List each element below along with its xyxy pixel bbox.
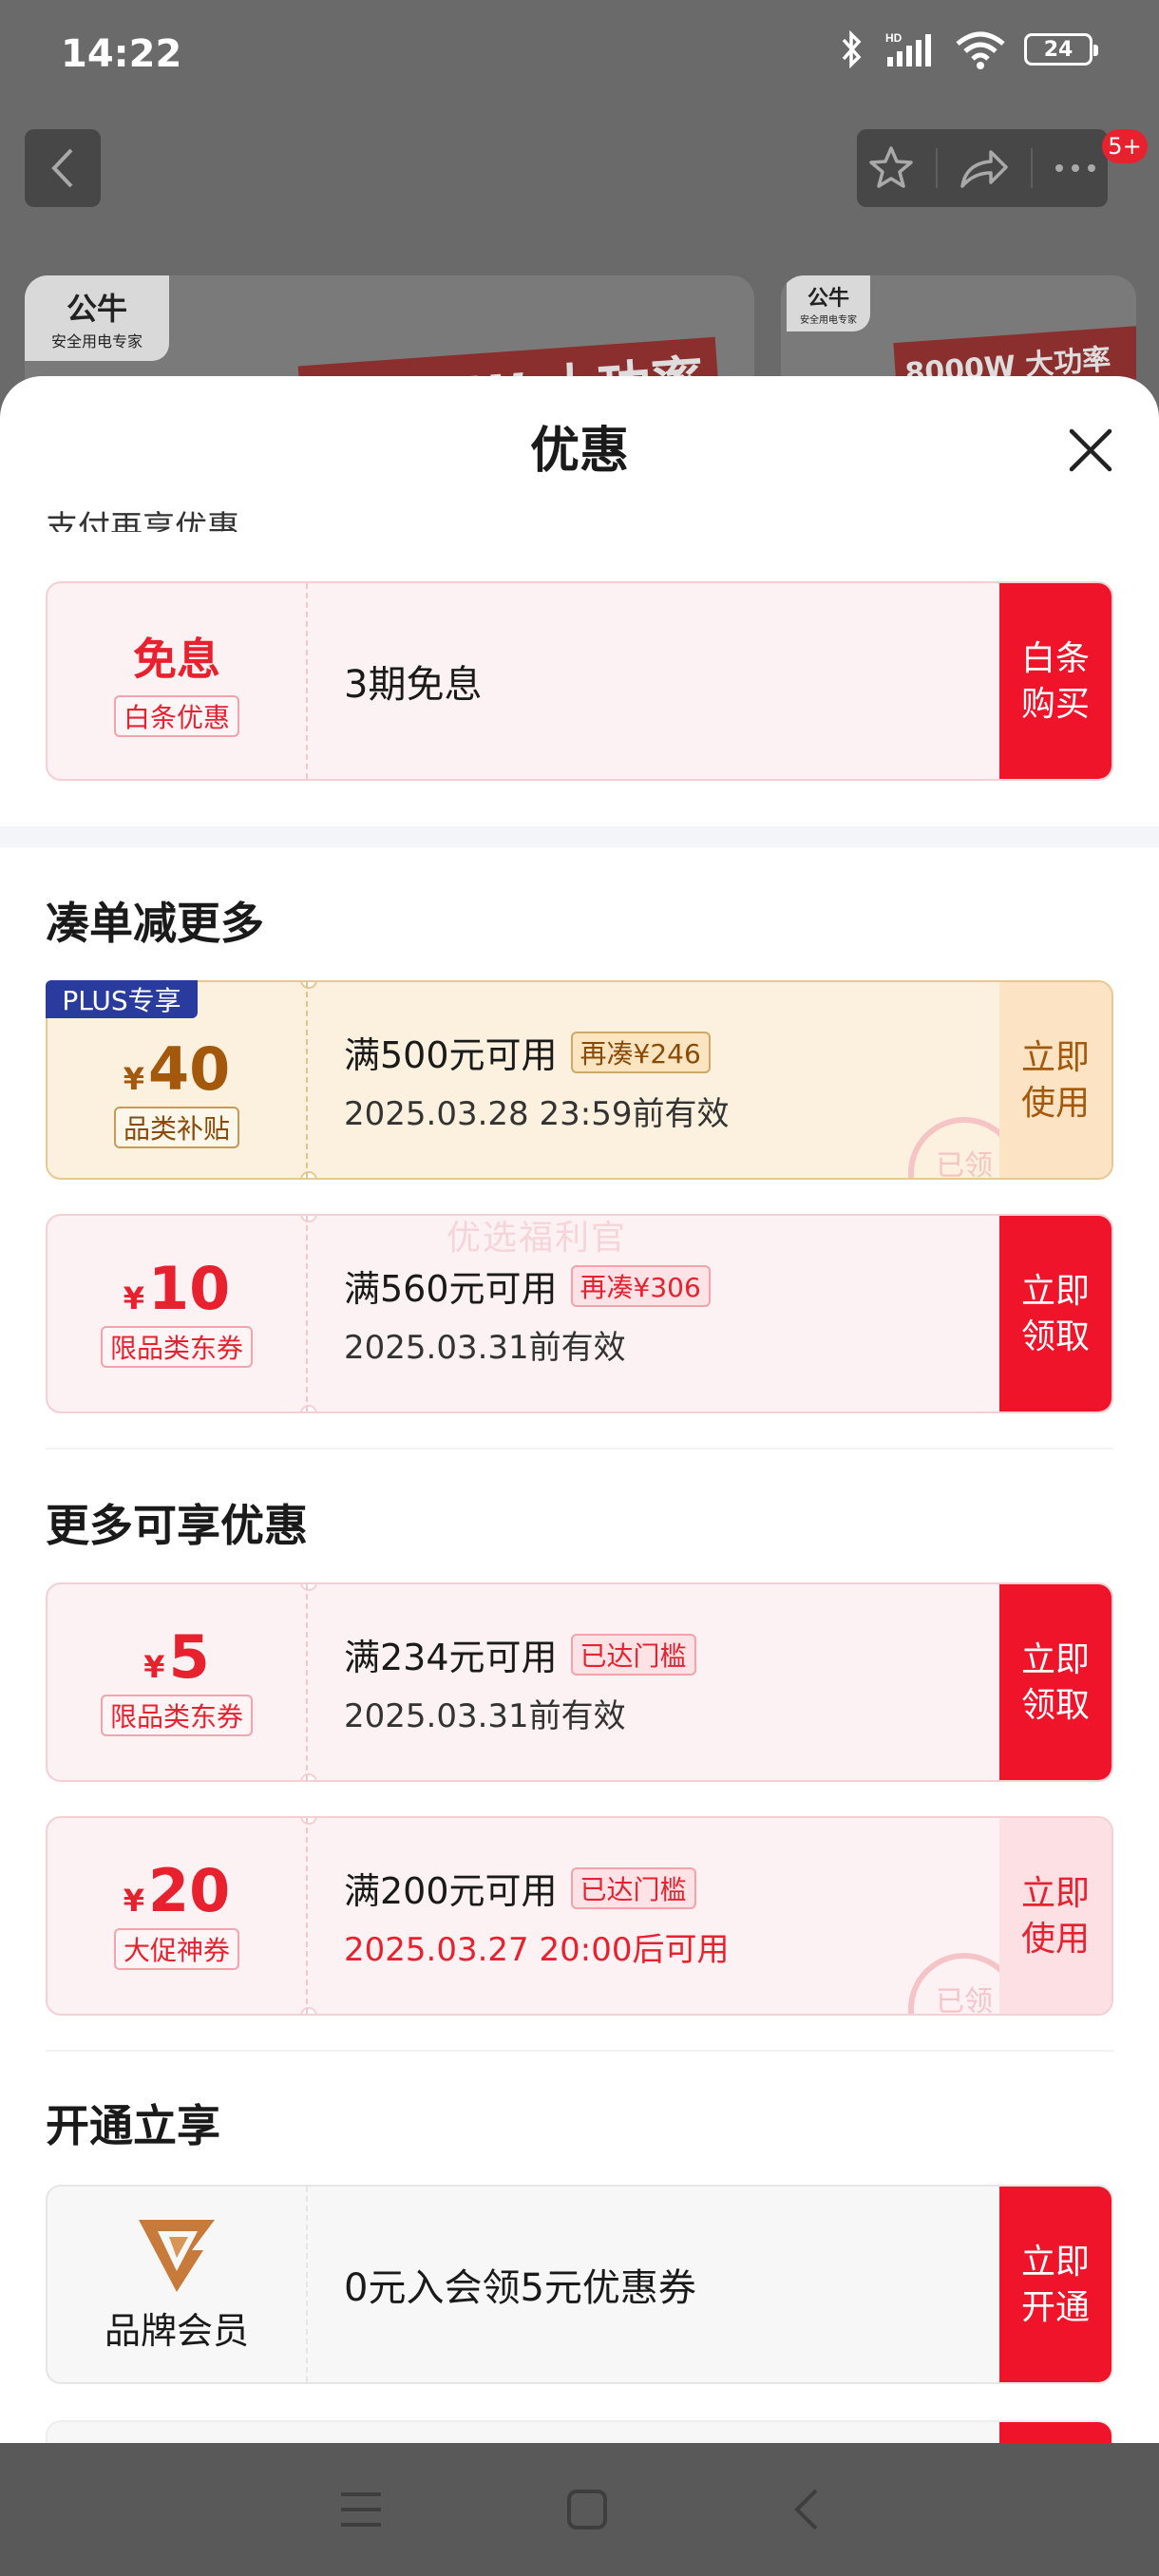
card-left: ¥20 大促神券 <box>48 1818 308 2014</box>
section-title: 凑单减更多 <box>46 898 264 949</box>
threshold-chip: 已达门槛 <box>570 1866 696 1909</box>
activate-now-button[interactable]: 立即 开通 <box>999 2187 1112 2382</box>
brand-slogan: 安全用电专家 <box>800 315 857 326</box>
button-label: 立即 领取 <box>1020 1272 1090 1356</box>
button-label: 立即 开通 <box>1020 2243 1090 2327</box>
section-title: 开通立享 <box>46 2100 220 2151</box>
coupon-tag: 大促神券 <box>113 1928 239 1970</box>
member-label: 品牌会员 <box>104 2309 249 2352</box>
section-divider <box>0 826 1159 847</box>
notification-badge: 5+ <box>1102 129 1148 163</box>
use-now-button[interactable]: 立即 使用 <box>999 1818 1112 2014</box>
discount-sheet: 优惠 支付再享优惠 免息 白条优惠 3期免息 白条 购买 凑单减更多 PLUS专… <box>0 376 1159 2443</box>
claim-now-button[interactable]: 立即 领取 <box>999 1584 1112 1780</box>
brand-logo: 公牛 安全用电专家 <box>25 275 170 361</box>
signal-icon: HD <box>885 31 931 66</box>
button-label: 立即 使用 <box>1020 1038 1090 1123</box>
threshold-chip: 已达门槛 <box>570 1633 696 1676</box>
menu-icon[interactable] <box>339 2491 383 2529</box>
brand-name: 公牛 <box>807 287 849 311</box>
card-left: ¥5 限品类东券 <box>48 1584 308 1780</box>
claim-now-button[interactable]: 立即 领取 <box>999 1216 1112 1411</box>
brand-logo: 公牛 安全用电专家 <box>787 275 870 331</box>
top-up-chip: 再凑¥306 <box>570 1264 711 1307</box>
coupon-validity: 2025.03.28 23:59前有效 <box>344 1095 730 1133</box>
card-info: 满234元可用 已达门槛 2025.03.31前有效 <box>344 1584 696 1780</box>
watermark: 优选福利官 <box>446 1219 628 1258</box>
plus-badge: PLUS专享 <box>46 980 198 1018</box>
baitiao-card: 免息 白条优惠 3期免息 白条 购买 <box>46 581 1113 781</box>
card-left: ¥10 限品类东券 <box>48 1216 308 1411</box>
next-card-peek <box>46 2420 1113 2443</box>
sheet-title: 优惠 <box>529 423 629 480</box>
brand-name: 公牛 <box>66 291 128 327</box>
coupon-condition: 满500元可用 再凑¥246 <box>344 1026 729 1078</box>
section-divider <box>46 1448 1113 1449</box>
coupon-amount: ¥10 <box>123 1254 231 1323</box>
coupon-card: ¥20 大促神券 满200元可用 已达门槛 2025.03.27 20:00后可用… <box>46 1816 1113 2016</box>
more-icon[interactable] <box>1054 162 1097 174</box>
status-icons: HD 24 <box>838 28 1098 70</box>
svg-text:HD: HD <box>885 31 902 45</box>
coupon-card: ¥5 限品类东券 满234元可用 已达门槛 2025.03.31前有效 立即 领取 <box>46 1582 1113 1782</box>
button-label: 白条 购买 <box>1020 639 1090 724</box>
card-info: 3期免息 <box>344 583 482 779</box>
use-now-button[interactable]: 立即 使用 <box>999 982 1112 1178</box>
button-label: 立即 使用 <box>1020 1874 1090 1959</box>
card-info: 0元入会领5元优惠券 <box>344 2187 696 2382</box>
coupon-tag: 限品类东券 <box>100 1695 253 1736</box>
section-title: 更多可享优惠 <box>46 1500 308 1551</box>
top-up-chip: 再凑¥246 <box>570 1031 711 1073</box>
coupon-condition: 满560元可用 再凑¥306 <box>344 1260 711 1312</box>
coupon-validity: 2025.03.31前有效 <box>344 1697 626 1735</box>
header-actions <box>857 129 1108 207</box>
coupon-amount: ¥5 <box>143 1622 210 1692</box>
separator <box>936 148 938 188</box>
member-desc: 0元入会领5元优惠券 <box>344 2266 696 2310</box>
star-icon[interactable] <box>867 144 915 192</box>
coupon-validity: 2025.03.31前有效 <box>344 1329 626 1367</box>
system-nav-bar <box>0 2443 1159 2576</box>
back-nav-icon[interactable] <box>791 2487 820 2532</box>
coupon-validity: 2025.03.27 20:00后可用 <box>344 1931 730 1969</box>
membership-card: 品牌会员 0元入会领5元优惠券 立即 开通 <box>46 2185 1113 2384</box>
coupon-card: ¥40 品类补贴 满500元可用 再凑¥246 2025.03.28 23:59前… <box>46 980 1113 1180</box>
coupon-amount: ¥20 <box>123 1856 231 1925</box>
coupon-tag: 限品类东券 <box>100 1326 253 1368</box>
coupon-tag: 白条优惠 <box>113 695 239 737</box>
battery-indicator: 24 <box>1024 33 1098 66</box>
section-title-payment: 支付再享优惠 <box>46 509 239 532</box>
home-icon[interactable] <box>566 2489 608 2530</box>
coupon-amount: ¥40 <box>123 1034 231 1104</box>
separator <box>1031 148 1033 188</box>
brand-slogan: 安全用电专家 <box>51 332 143 350</box>
brand-member-logo-icon <box>139 2219 215 2292</box>
next-card-button[interactable] <box>999 2422 1112 2443</box>
chevron-left-icon <box>51 148 73 188</box>
coupon-condition: 满234元可用 已达门槛 <box>344 1628 696 1680</box>
status-bar: 14:22 HD 24 <box>0 0 1159 112</box>
wifi-icon <box>956 31 1005 69</box>
coupon-condition: 满200元可用 已达门槛 <box>344 1862 729 1914</box>
card-left: 免息 白条优惠 <box>48 583 308 779</box>
card-info: 满500元可用 再凑¥246 2025.03.28 23:59前有效 <box>344 982 729 1178</box>
baitiao-buy-button[interactable]: 白条 购买 <box>999 583 1112 779</box>
bluetooth-icon <box>842 30 862 68</box>
coupon-tag: 品类补贴 <box>113 1107 239 1148</box>
close-icon[interactable] <box>1062 422 1119 479</box>
background-page: 14:22 HD 24 5+ 公牛 安全用电专家 8000W 大功率 公牛 安全… <box>0 0 1159 427</box>
button-label: 立即 领取 <box>1020 1640 1090 1725</box>
installment-desc: 3期免息 <box>344 663 483 707</box>
card-left: 品牌会员 <box>48 2187 308 2382</box>
share-icon[interactable] <box>959 146 1010 190</box>
interest-free-label: 免息 <box>133 634 220 685</box>
card-info: 满200元可用 已达门槛 2025.03.27 20:00后可用 <box>344 1818 729 2014</box>
section-divider <box>46 2050 1113 2052</box>
back-button[interactable] <box>25 129 101 207</box>
status-time: 14:22 <box>61 32 182 76</box>
